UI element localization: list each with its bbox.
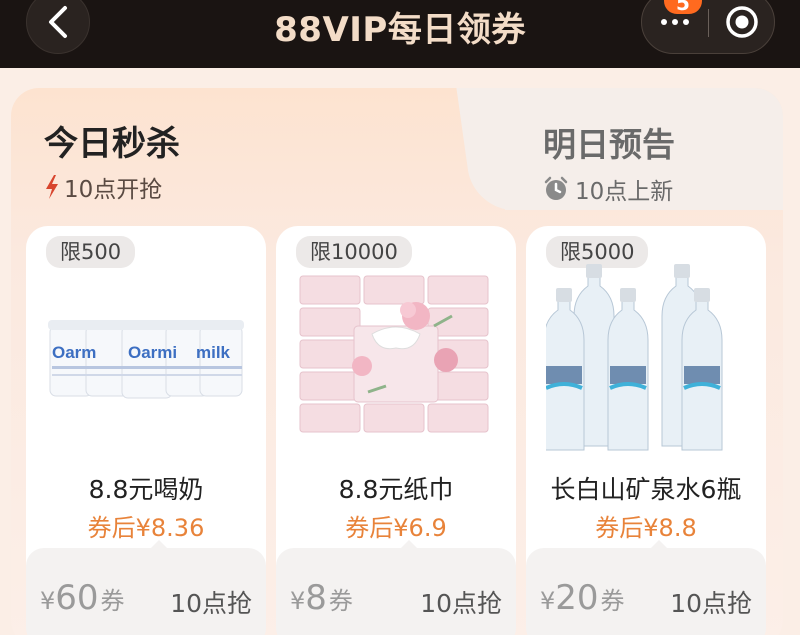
product-card-milk[interactable]: 限500 Oarm Oarmi milk 8.8元喝奶 券后¥8.36 ¥ 60…	[26, 226, 266, 635]
grab-time-button[interactable]: 10点抢	[170, 584, 252, 620]
after-coupon-price: 券后¥6.9	[345, 514, 447, 542]
coupon-unit: 券	[100, 587, 125, 615]
more-dots-icon	[683, 19, 689, 25]
product-card-water[interactable]: 限5000 长白山矿泉水6瓶 券后¥8.8 ¥ 20 券 10点抢	[526, 226, 766, 635]
product-name: 长白山矿泉水6瓶	[550, 475, 742, 504]
product-name: 8.8元纸巾	[338, 475, 454, 504]
product-image-tissue	[299, 275, 489, 433]
lightning-icon	[46, 175, 58, 199]
grab-time-button[interactable]: 10点抢	[420, 584, 502, 620]
product-image-water	[546, 264, 723, 451]
svg-text:milk: milk	[196, 343, 231, 362]
coupon-currency: ¥	[290, 587, 306, 615]
grab-time-button[interactable]: 10点抢	[670, 584, 752, 620]
nav-header: 88VIP每日领券 5	[0, 0, 800, 68]
coupon-bar[interactable]: ¥ 60 券 10点抢	[26, 540, 266, 635]
coupon-unit: 券	[328, 587, 353, 615]
after-coupon-price: 券后¥8.8	[595, 514, 697, 542]
coupon-amount: ¥ 60 券	[40, 578, 125, 618]
tab-tomorrow-label[interactable]: 明日预告	[543, 118, 675, 166]
coupon-value: 60	[55, 578, 99, 618]
svg-text:Oarm: Oarm	[52, 343, 96, 362]
coupon-amount: ¥ 20 券	[540, 578, 625, 618]
after-coupon-price: 券后¥8.36	[87, 514, 205, 542]
tab-tomorrow-sub: 10点上新	[543, 172, 673, 206]
coupon-unit: 券	[600, 587, 625, 615]
alarm-clock-icon	[544, 176, 568, 200]
more-dots-icon	[661, 19, 667, 25]
product-name: 8.8元喝奶	[88, 475, 204, 504]
tab-today-sub: 10点开抢	[44, 170, 162, 204]
tab-tomorrow-sub-text: 10点上新	[575, 179, 674, 205]
tab-today-label[interactable]: 今日秒杀	[44, 116, 180, 165]
coupon-value: 20	[555, 578, 599, 618]
coupon-bar[interactable]: ¥ 20 券 10点抢	[526, 540, 766, 635]
tab-today-sub-text: 10点开抢	[64, 177, 163, 203]
product-image-yogurt: Oarm Oarmi milk	[48, 320, 244, 399]
coupon-currency: ¥	[40, 587, 56, 615]
product-card-tissue[interactable]: 限10000 8.8元纸巾 券后¥6.9 ¥ 8 券 10点抢	[276, 226, 516, 635]
target-circle-icon	[726, 6, 758, 38]
close-mini-program-button[interactable]	[709, 0, 775, 53]
coupon-currency: ¥	[540, 587, 556, 615]
coupon-value: 8	[305, 578, 327, 618]
mini-program-capsule	[641, 0, 775, 54]
coupon-bar[interactable]: ¥ 8 券 10点抢	[276, 540, 516, 635]
svg-text:Oarmi: Oarmi	[128, 343, 177, 362]
more-dots-icon	[672, 19, 678, 25]
coupon-amount: ¥ 8 券	[290, 578, 353, 618]
